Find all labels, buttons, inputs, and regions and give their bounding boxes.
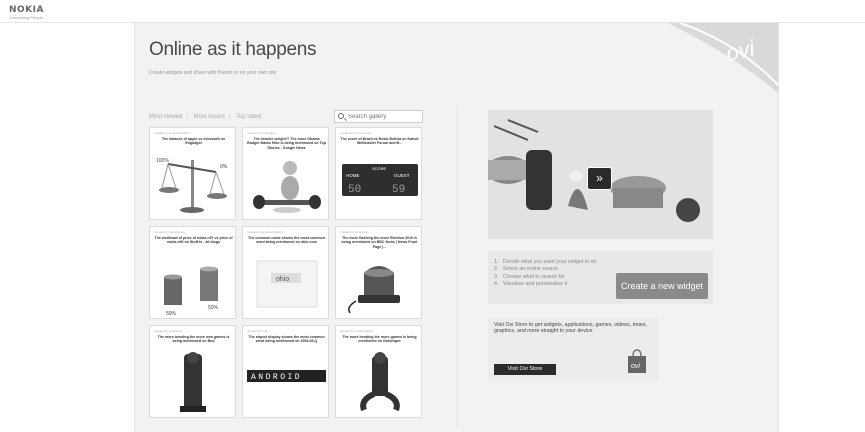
paper-icon: ohio (256, 260, 318, 308)
visit-store-button[interactable]: Visit Ovi Store (494, 364, 556, 375)
widget-gallery: Created by andrew.hildbell The balance o… (149, 127, 425, 427)
card-author: Created by andrew.hildbell (154, 131, 190, 135)
search-icon (338, 113, 344, 119)
coins-right-label: 50% (208, 305, 219, 311)
create-widget-panel: 1. Decide what you want your widget to do… (488, 251, 713, 304)
coin-stacks-icon: 50% 50% (164, 266, 219, 317)
scoreboard-icon: HOME SCORE GUEST 50 59 (342, 164, 418, 196)
ovi-store-panel: Visit Ovi Store to get widgets, applicat… (488, 318, 659, 380)
scoreboard-home-value: 50 (348, 184, 361, 196)
card-description: The score of Brazil vs Rossi Bolivia on … (340, 137, 419, 146)
play-icon[interactable]: » (587, 167, 612, 190)
bending-figure-icon (360, 352, 400, 412)
balance-right-label: 0% (220, 164, 228, 170)
balance-left-label: 100% (156, 158, 169, 164)
steps-list: 1. Decide what you want your widget to do… (494, 259, 597, 289)
widget-card-balance[interactable]: Created by andrew.hildbell The balance o… (149, 127, 236, 220)
card-author: Created by david.bosey (154, 230, 186, 234)
gallery-tabs: Most viewed | Most recent | Top rated (149, 114, 265, 120)
widget-card-coins[interactable]: Created by david.bosey The workload of p… (149, 226, 236, 319)
widget-card-siren[interactable]: Created by quaretime The more flashing t… (335, 226, 422, 319)
widget-card-score[interactable]: Created by bravos.tritos The score of Br… (335, 127, 422, 220)
scoreboard-guest-value: 59 (392, 184, 405, 196)
card-description: The workload of price of nokia n97 vs pr… (154, 236, 233, 245)
step-item: 3. Choose what to search for (494, 273, 565, 280)
card-description: The more flashing the more Election 2010… (341, 236, 418, 249)
card-description: The more bending the more new games is b… (157, 335, 230, 344)
tab-most-viewed[interactable]: Most viewed (149, 114, 182, 120)
card-description: The more bending the more games is being… (342, 335, 417, 344)
card-author: Created by quaretime (340, 230, 369, 234)
hero-video[interactable]: » (488, 110, 713, 239)
ovi-corner-logo: ovi (668, 23, 778, 93)
scoreboard-guest: GUEST (394, 173, 410, 178)
card-description: The common name shows the most common wo… (248, 236, 325, 245)
create-widget-button[interactable]: Create a new widget (616, 273, 708, 299)
card-author: Created by fond lopez (247, 131, 277, 135)
widget-card-android[interactable]: Created by hajii The airport display sho… (242, 325, 329, 418)
widget-card-bend-1[interactable]: Created by quaretime The more bending th… (149, 325, 236, 418)
tab-top-rated[interactable]: Top rated (236, 114, 261, 120)
top-bar: NOKIA Connecting People (0, 0, 865, 23)
bag-label: ovi (631, 363, 640, 370)
page-subtitle: Create widgets and share with friends or… (149, 70, 277, 76)
split-flap-text: ANDROID (251, 373, 302, 382)
main-page: ovi Online as it happens Create widgets … (134, 23, 779, 432)
tab-separator: | (186, 114, 188, 120)
card-description: The airport display shows the most commo… (248, 335, 325, 344)
column-divider (457, 105, 458, 427)
paper-word: ohio (276, 276, 289, 283)
step-item: 4. Visualise and personalise it (494, 281, 568, 288)
step-item: 2. Select an online source (494, 266, 559, 273)
card-author: Created by andrew.hildbell (247, 230, 283, 234)
card-author: Created by quaretime (154, 329, 183, 333)
scales-icon: 100% 0% (156, 158, 228, 213)
tab-separator: | (228, 114, 231, 120)
search-input[interactable] (348, 112, 420, 121)
weight-figure-icon (253, 161, 321, 213)
widget-card-paper[interactable]: Created by andrew.hildbell The common na… (242, 226, 329, 319)
card-author: Created by JonFreak217 (340, 329, 374, 333)
card-author: Created by bravos.tritos (340, 131, 372, 135)
widget-card-weight[interactable]: Created by fond lopez The heavier weight… (242, 127, 329, 220)
page-title: Online as it happens (149, 39, 317, 60)
shopping-bag-icon: ovi (628, 349, 646, 373)
scoreboard-score: SCORE (372, 166, 387, 171)
nokia-tagline: Connecting People (9, 15, 43, 20)
coins-left-label: 50% (166, 311, 177, 317)
card-author: Created by hajii (247, 329, 268, 333)
tab-most-recent[interactable]: Most recent (194, 114, 225, 120)
siren-icon (348, 266, 400, 314)
card-description: The heavier weight?! The more Obama Budg… (247, 137, 326, 150)
bending-figure-icon (180, 352, 206, 412)
split-flap-icon: ANDROID (247, 370, 326, 382)
store-description: Visit Ovi Store to get widgets, applicat… (494, 322, 648, 335)
search-box[interactable] (334, 110, 423, 123)
scoreboard-home: HOME (346, 173, 360, 178)
step-item: 1. Decide what you want your widget to do (494, 259, 597, 265)
widget-card-bend-2[interactable]: Created by JonFreak217 The more bending … (335, 325, 422, 418)
card-description: The balance of apple vs microsoft on Eng… (161, 137, 226, 146)
nokia-logo[interactable]: NOKIA (9, 5, 44, 15)
